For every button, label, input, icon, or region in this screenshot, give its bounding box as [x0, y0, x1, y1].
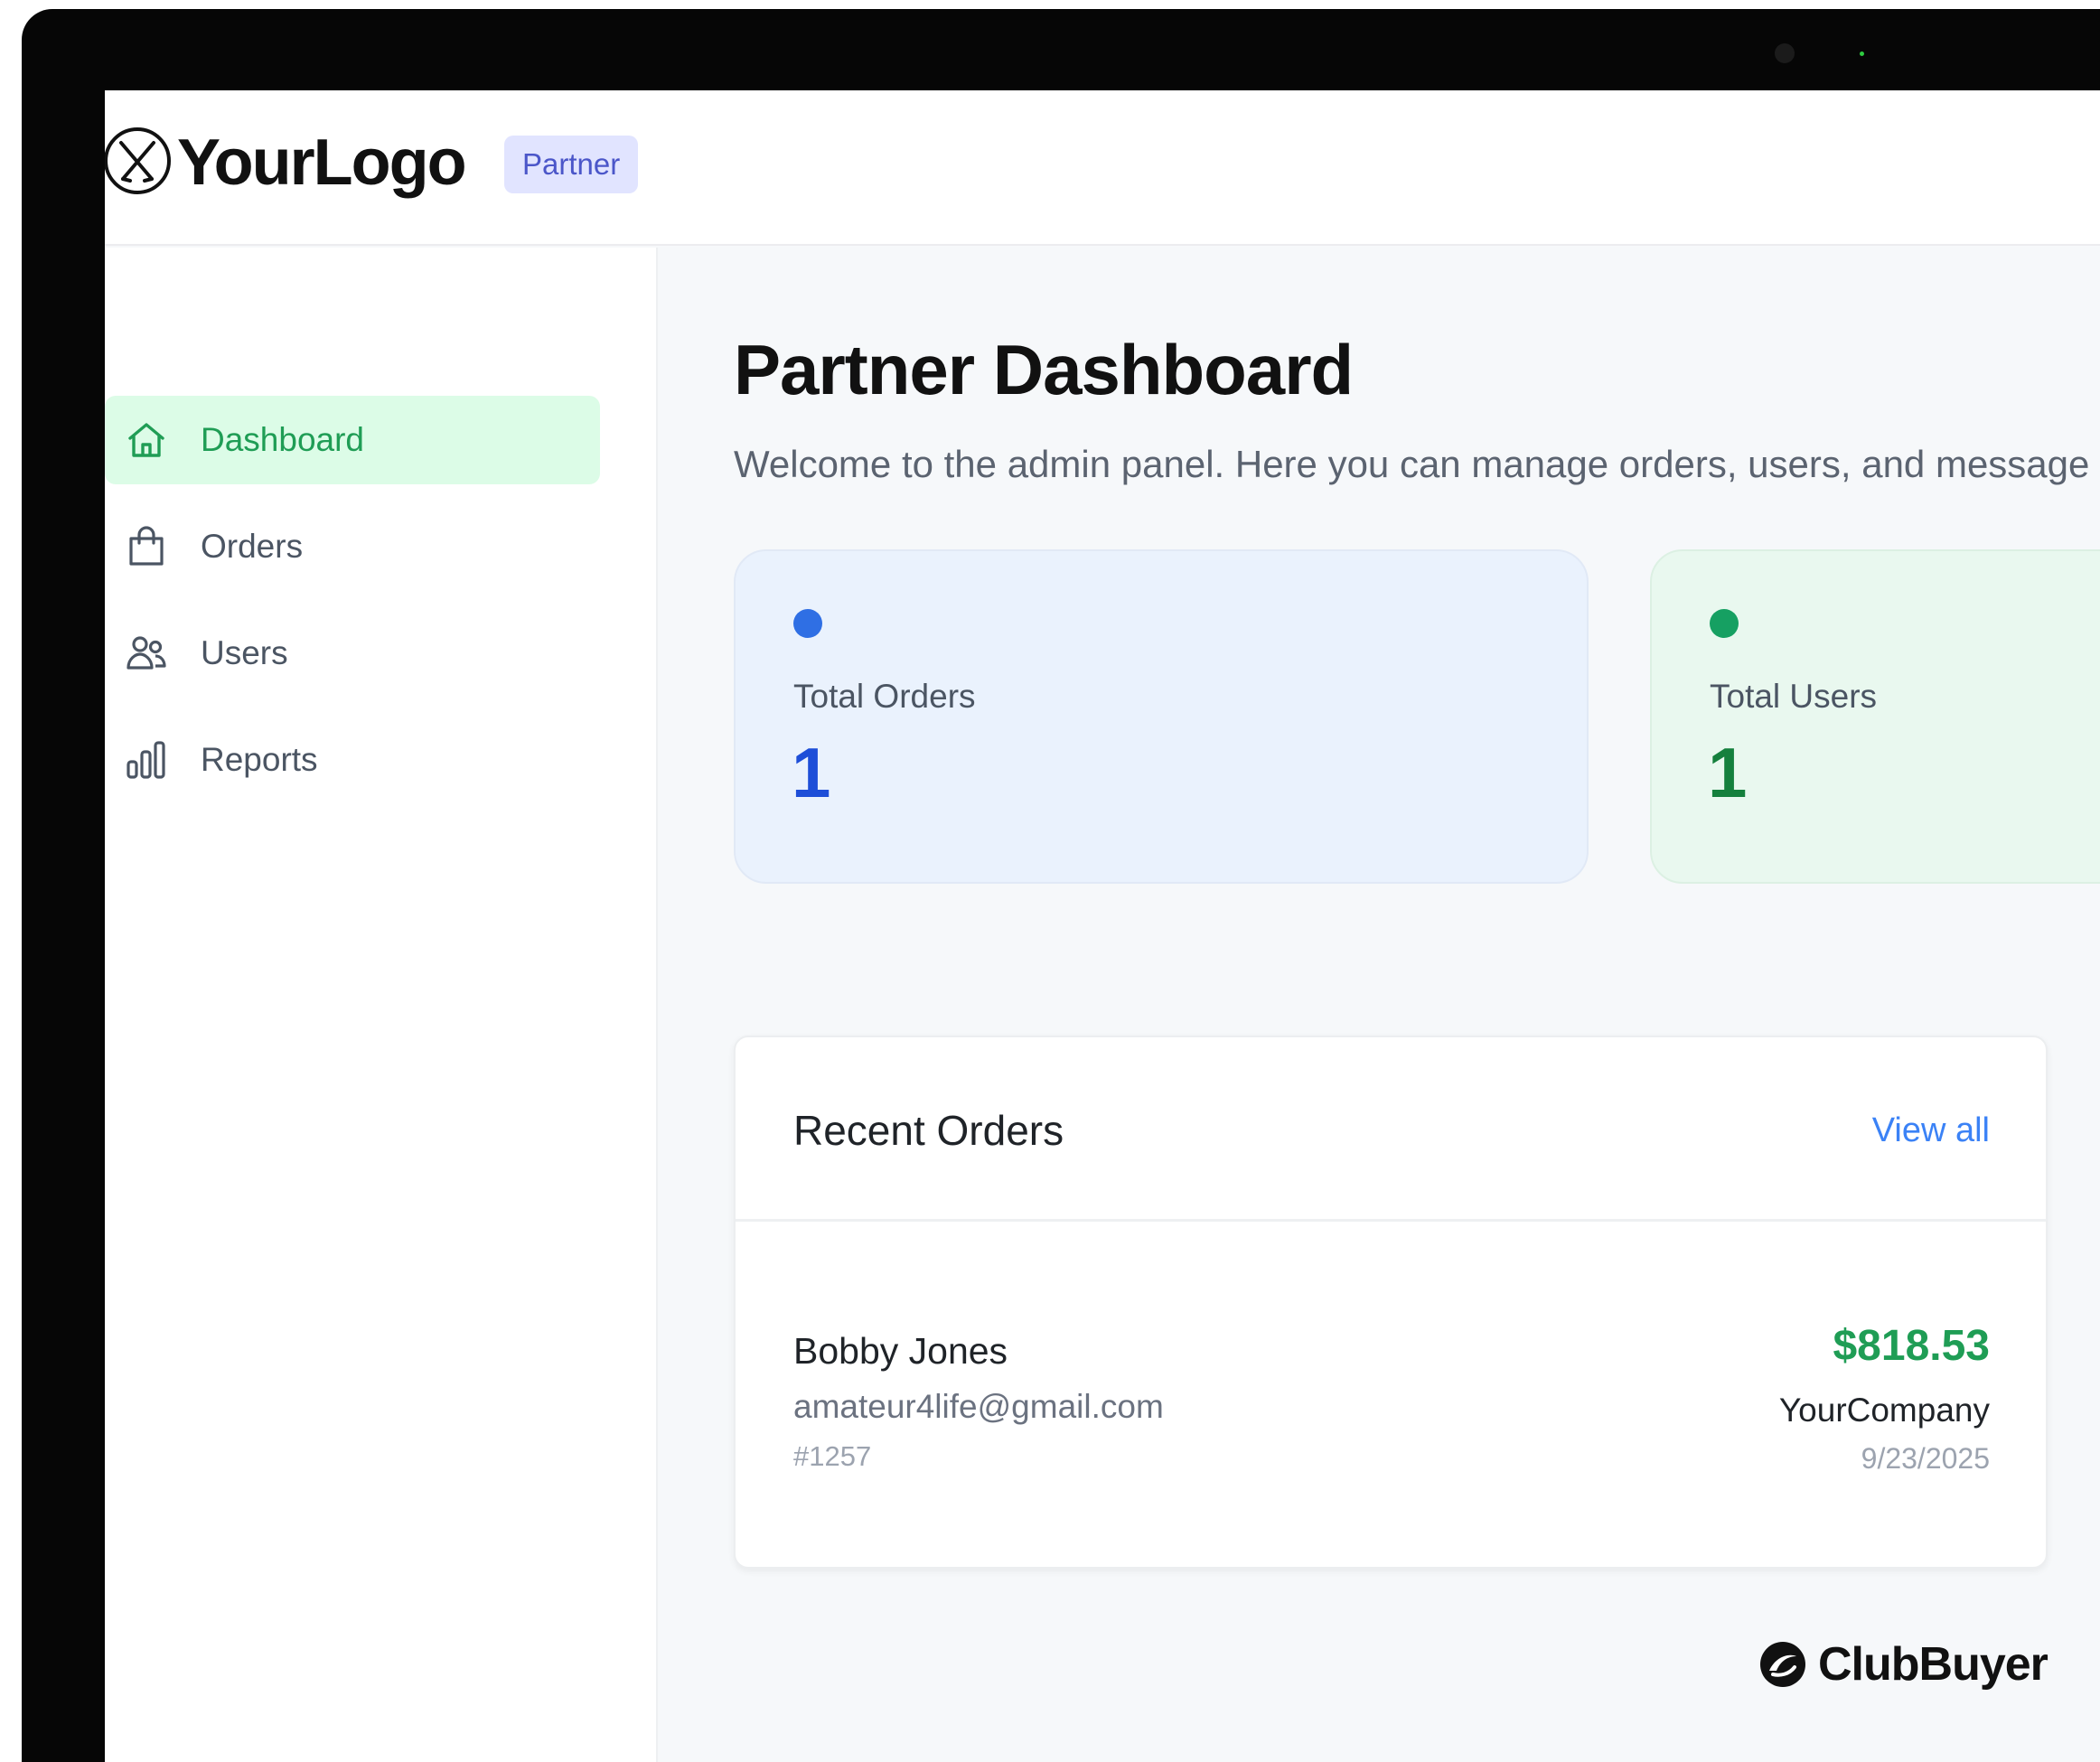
- customer-email: amateur4life@gmail.com: [793, 1388, 1164, 1425]
- golf-clubs-logo-icon: [105, 127, 171, 194]
- sidebar: Dashboard Orders Users Reports: [105, 248, 658, 1762]
- page-subtitle: Welcome to the admin panel. Here you can…: [734, 443, 2090, 485]
- clubbuyer-logo-icon: [1760, 1642, 1805, 1687]
- stat-value: 1: [1708, 733, 1748, 812]
- brand-logo-text[interactable]: YourLogo: [177, 127, 467, 199]
- stat-label: Total Users: [1710, 678, 1878, 715]
- stat-value: 1: [792, 733, 831, 812]
- sidebar-item-label: Users: [201, 634, 288, 671]
- shopping-bag-icon: [129, 526, 164, 566]
- status-dot-icon: [793, 609, 822, 638]
- sidebar-item-users[interactable]: Users: [105, 609, 600, 698]
- sidebar-item-dashboard[interactable]: Dashboard: [105, 396, 600, 484]
- sidebar-item-label: Dashboard: [201, 421, 365, 458]
- view-all-link[interactable]: View all: [1872, 1111, 1990, 1150]
- camera-led-icon: [1860, 52, 1864, 56]
- order-company: YourCompany: [1778, 1392, 1990, 1429]
- stat-label: Total Orders: [793, 678, 976, 715]
- main-content: Partner Dashboard Welcome to the admin p…: [660, 248, 2100, 1762]
- partner-badge: Partner: [504, 136, 639, 193]
- home-icon: [128, 423, 164, 457]
- clubbuyer-watermark: ClubBuyer: [1758, 1637, 2048, 1692]
- page-title: Partner Dashboard: [734, 330, 1354, 409]
- users-icon: [127, 636, 166, 670]
- customer-name: Bobby Jones: [793, 1330, 1008, 1372]
- order-id: #1257: [793, 1440, 872, 1472]
- sidebar-item-label: Orders: [201, 528, 304, 565]
- order-row[interactable]: Bobby Jones amateur4life@gmail.com #1257…: [736, 1223, 2046, 1567]
- recent-orders-title: Recent Orders: [793, 1107, 1064, 1154]
- top-header: YourLogo Partner: [105, 90, 2100, 246]
- sidebar-item-label: Reports: [201, 741, 318, 778]
- recent-orders-card: Recent Orders View all Bobby Jones amate…: [734, 1036, 2048, 1569]
- clubbuyer-wordmark: ClubBuyer: [1818, 1638, 2048, 1691]
- sidebar-item-reports[interactable]: Reports: [105, 716, 600, 804]
- stat-card-total-users[interactable]: Total Users 1: [1650, 549, 2100, 884]
- recent-orders-header: Recent Orders View all: [736, 1037, 2046, 1222]
- bar-chart-icon: [127, 741, 165, 779]
- camera-icon: [1775, 43, 1795, 63]
- app-screen: YourLogo Partner Dashboard Orders Users: [105, 90, 2100, 1762]
- sidebar-item-orders[interactable]: Orders: [105, 502, 600, 591]
- status-dot-icon: [1710, 609, 1739, 638]
- stat-card-total-orders[interactable]: Total Orders 1: [734, 549, 1589, 884]
- order-amount: $818.53: [1833, 1322, 1990, 1370]
- order-date: 9/23/2025: [1861, 1442, 1990, 1475]
